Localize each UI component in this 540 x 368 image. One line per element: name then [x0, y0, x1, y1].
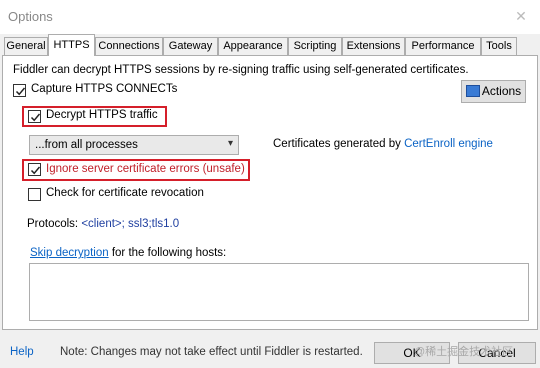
decrypt-traffic-checkbox[interactable] — [28, 110, 41, 123]
tab-tools[interactable]: Tools — [481, 37, 517, 55]
check-revocation-label: Check for certificate revocation — [46, 187, 204, 199]
checkmark-icon — [30, 166, 41, 175]
skip-decryption-hosts-textarea[interactable] — [29, 263, 529, 321]
process-filter-value: ...from all processes — [35, 139, 138, 151]
chevron-down-icon: ▾ — [227, 138, 233, 149]
tab-extensions[interactable]: Extensions — [342, 37, 405, 55]
tab-strip: General HTTPS Connections Gateway Appear… — [0, 34, 540, 56]
skip-decryption-suffix: for the following hosts: — [111, 247, 227, 259]
https-description: Fiddler can decrypt HTTPS sessions by re… — [13, 64, 469, 76]
tab-appearance[interactable]: Appearance — [218, 37, 288, 55]
check-revocation-checkbox[interactable] — [28, 188, 41, 201]
tab-gateway[interactable]: Gateway — [163, 37, 218, 55]
capture-connects-label: Capture HTTPS CONNECTs — [31, 83, 178, 95]
close-icon[interactable]: ✕ — [508, 5, 534, 27]
protocols-label: Protocols: — [27, 218, 79, 230]
checkmark-icon — [30, 113, 41, 122]
tab-connections[interactable]: Connections — [95, 37, 163, 55]
tab-performance[interactable]: Performance — [405, 37, 481, 55]
title-bar: Options ✕ — [0, 0, 540, 34]
watermark-text: @稀土掘金技术社区 — [414, 346, 514, 358]
ignore-errors-checkbox[interactable] — [28, 163, 41, 176]
window-title: Options — [8, 9, 53, 24]
skip-decryption-text: Skip decryption for the following hosts: — [30, 247, 226, 259]
decrypt-traffic-label: Decrypt HTTPS traffic — [46, 109, 158, 121]
cert-generated-text: Certificates generated by CertEnroll eng… — [273, 138, 493, 150]
https-panel: Fiddler can decrypt HTTPS sessions by re… — [2, 55, 538, 330]
protocols-text: Protocols: <client>; ssl3;tls1.0 — [27, 218, 179, 230]
actions-button[interactable]: Actions — [461, 80, 526, 103]
tab-https[interactable]: HTTPS — [48, 34, 95, 56]
restart-note: Note: Changes may not take effect until … — [60, 346, 363, 358]
help-link[interactable]: Help — [10, 346, 34, 358]
cert-generated-prefix: Certificates generated by — [273, 138, 401, 150]
actions-label: Actions — [481, 84, 522, 98]
skip-decryption-link[interactable]: Skip decryption — [30, 247, 109, 259]
capture-connects-checkbox[interactable] — [13, 84, 26, 97]
cert-engine-link[interactable]: CertEnroll engine — [404, 138, 493, 150]
process-filter-select[interactable]: ...from all processes ▾ — [29, 135, 239, 155]
actions-icon — [465, 85, 480, 97]
ignore-errors-label: Ignore server certificate errors (unsafe… — [46, 163, 245, 175]
tab-scripting[interactable]: Scripting — [288, 37, 342, 55]
checkmark-icon — [15, 87, 26, 96]
tab-general[interactable]: General — [4, 37, 48, 55]
protocols-value[interactable]: <client>; ssl3;tls1.0 — [81, 218, 179, 230]
